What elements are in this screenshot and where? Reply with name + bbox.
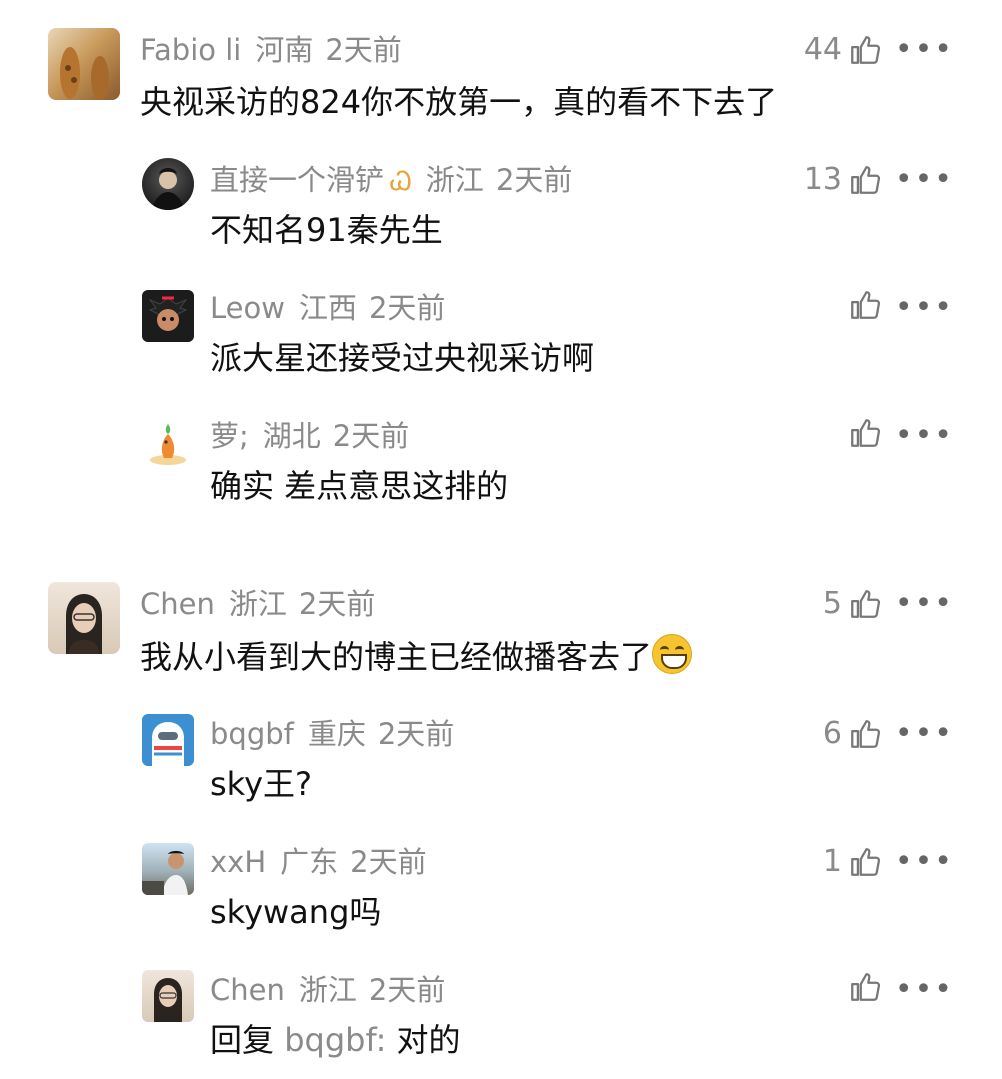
reply-meta: xxH 广东 2天前 — [210, 842, 439, 882]
like-count: 1 — [822, 844, 842, 879]
grinning-emoji-icon — [652, 634, 693, 674]
reply-text: sky王? — [210, 765, 312, 803]
reply-meta: 萝; 湖北 2天前 — [210, 416, 421, 456]
more-dots-icon: ••• — [894, 290, 954, 325]
username[interactable]: 直接一个滑铲 — [210, 163, 384, 197]
more-options-button[interactable]: ••• — [895, 30, 954, 70]
timestamp: 2天前 — [350, 845, 427, 879]
thumbs-up-icon — [851, 419, 881, 447]
location: 河南 — [255, 33, 314, 67]
timestamp: 2天前 — [298, 587, 376, 621]
location: 广东 — [280, 845, 339, 879]
like-button[interactable]: 13 — [804, 160, 882, 200]
mention-link[interactable]: bqgbf: — [284, 1021, 386, 1059]
timestamp: 2天前 — [495, 163, 573, 197]
like-count: 5 — [822, 586, 842, 621]
more-dots-icon: ••• — [894, 586, 954, 621]
comment-meta: Chen 浙江 2天前 — [140, 584, 387, 624]
avatar[interactable] — [48, 28, 120, 100]
more-dots-icon: ••• — [894, 32, 954, 67]
more-dots-icon: ••• — [894, 844, 954, 879]
username[interactable]: bqgbf — [210, 717, 294, 751]
reply-meta: 直接一个滑铲 Ꮗ 浙江 2天前 — [210, 160, 584, 202]
more-options-button[interactable]: ••• — [895, 288, 954, 328]
reply-meta: bqgbf 重庆 2天前 — [210, 714, 466, 754]
like-button[interactable] — [842, 970, 882, 1004]
more-options-button[interactable]: ••• — [895, 416, 954, 456]
timestamp: 2天前 — [377, 717, 455, 751]
thumbs-up-icon — [851, 973, 881, 1001]
thumbs-up-icon — [851, 36, 881, 64]
timestamp: 2天前 — [332, 419, 410, 453]
like-count: 13 — [803, 162, 842, 197]
like-button[interactable]: 44 — [804, 30, 882, 70]
location: 江西 — [298, 291, 357, 325]
reply-prefix: 回复 — [210, 1021, 285, 1059]
more-dots-icon: ••• — [894, 716, 954, 751]
reply-text: 不知名91秦先生 — [210, 211, 443, 249]
comment-meta: Fabio li 河南 2天前 — [140, 30, 414, 70]
more-dots-icon: ••• — [894, 418, 954, 453]
timestamp: 2天前 — [368, 973, 446, 1007]
like-button[interactable]: 5 — [823, 584, 882, 624]
thumbs-up-icon — [851, 848, 881, 876]
reply-text: 确实 差点意思这排的 — [210, 467, 509, 505]
more-options-button[interactable]: ••• — [895, 970, 954, 1010]
username[interactable]: Fabio li — [140, 33, 241, 67]
thumbs-up-icon — [851, 166, 881, 194]
more-dots-icon: ••• — [894, 972, 954, 1007]
like-count: 44 — [803, 32, 842, 67]
username[interactable]: Chen — [140, 587, 215, 621]
reply-meta: Chen 浙江 2天前 — [210, 970, 457, 1010]
username[interactable]: Leow — [210, 291, 285, 325]
timestamp: 2天前 — [325, 33, 402, 67]
like-button[interactable] — [842, 416, 882, 450]
username[interactable]: 萝; — [210, 419, 249, 453]
comment-text-body: 我从小看到大的博主已经做播客去了 — [140, 638, 653, 676]
avatar[interactable] — [142, 843, 194, 895]
more-options-button[interactable]: ••• — [895, 714, 954, 754]
location: 重庆 — [307, 717, 366, 751]
reply-text: skywang吗 — [210, 893, 382, 931]
timestamp: 2天前 — [368, 291, 446, 325]
reply-text: 回复 bqgbf: 对的 — [210, 1018, 461, 1062]
thumbs-up-icon — [851, 291, 881, 319]
thumbs-up-icon — [851, 590, 881, 618]
username[interactable]: xxH — [210, 845, 266, 879]
avatar[interactable] — [142, 416, 194, 468]
reply-body: 对的 — [386, 1021, 461, 1059]
like-button[interactable]: 1 — [823, 842, 882, 882]
username[interactable]: Chen — [210, 973, 285, 1007]
avatar[interactable] — [142, 290, 194, 342]
more-options-button[interactable]: ••• — [895, 584, 954, 624]
avatar[interactable] — [142, 970, 194, 1022]
butterfly-badge-icon: Ꮗ — [390, 167, 412, 197]
more-options-button[interactable]: ••• — [895, 842, 954, 882]
location: 浙江 — [298, 973, 357, 1007]
reply-text: 派大星还接受过央视采访啊 — [210, 339, 595, 377]
comment-text: 央视采访的824你不放第一，真的看不下去了 — [140, 83, 778, 121]
comment-text: 我从小看到大的博主已经做播客去了 — [140, 634, 693, 679]
avatar[interactable] — [142, 158, 194, 210]
avatar[interactable] — [48, 582, 120, 654]
like-button[interactable] — [842, 288, 882, 322]
reply-meta: Leow 江西 2天前 — [210, 288, 457, 328]
thumbs-up-icon — [851, 720, 881, 748]
like-button[interactable]: 6 — [823, 714, 882, 754]
avatar[interactable] — [142, 714, 194, 766]
like-count: 6 — [822, 716, 842, 751]
more-options-button[interactable]: ••• — [895, 160, 954, 200]
location: 浙江 — [228, 587, 287, 621]
location: 湖北 — [262, 419, 321, 453]
more-dots-icon: ••• — [894, 162, 954, 197]
location: 浙江 — [425, 163, 484, 197]
